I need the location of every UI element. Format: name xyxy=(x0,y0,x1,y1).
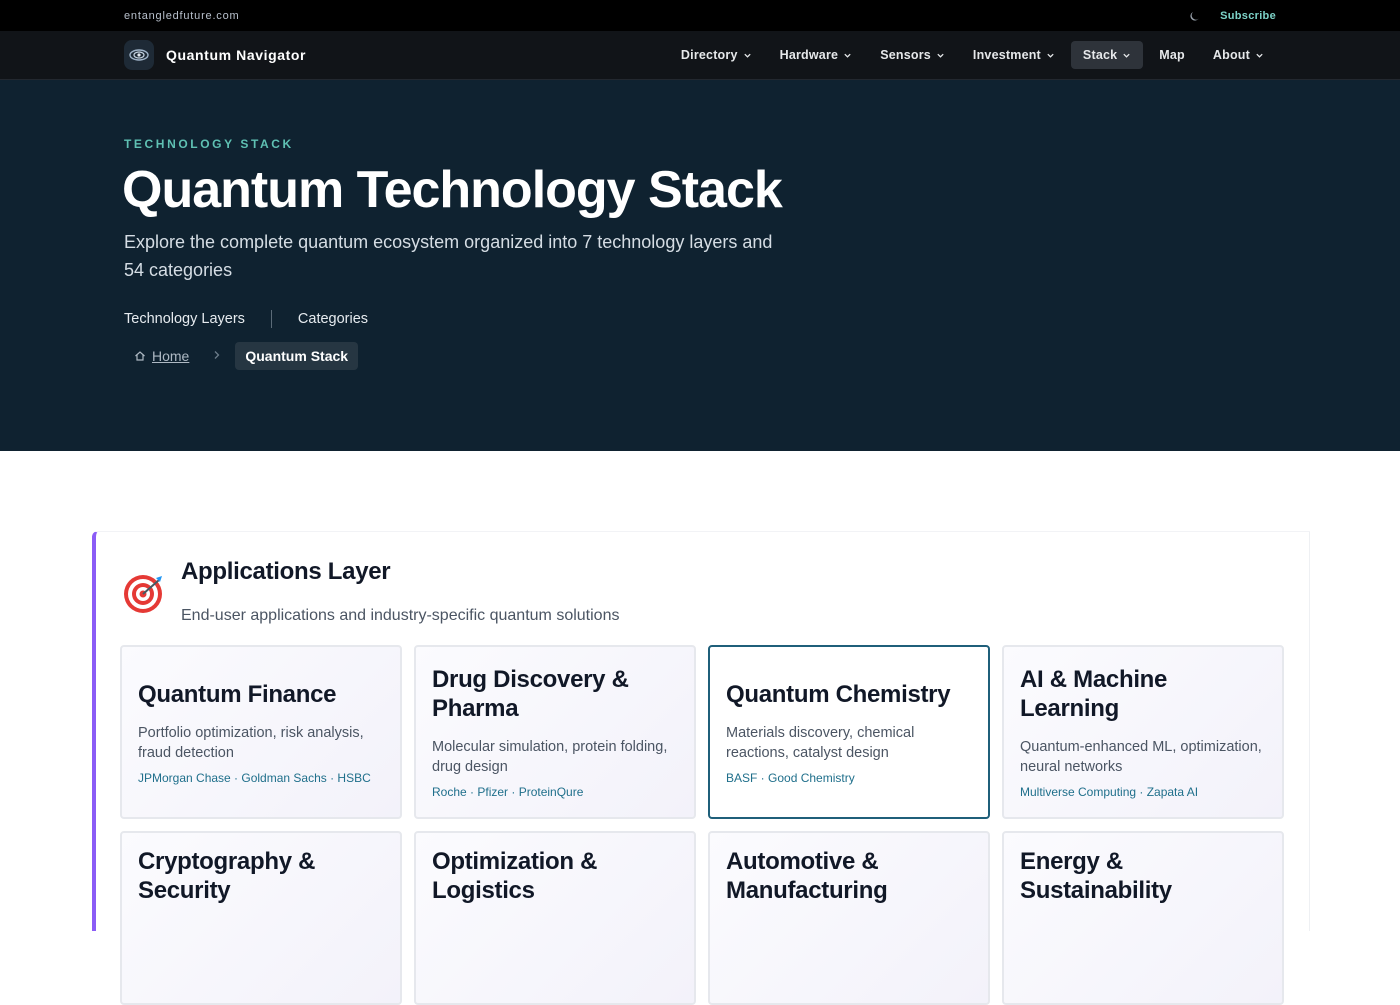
atom-logo-icon xyxy=(124,40,154,70)
hero-stats: Technology Layers Categories xyxy=(124,310,368,328)
target-icon xyxy=(123,572,167,616)
card-companies: JPMorgan Chase · Goldman Sachs · HSBC xyxy=(138,770,371,785)
card-companies: Multiverse Computing · Zapata AI xyxy=(1020,785,1199,799)
chevron-down-icon xyxy=(1047,53,1054,58)
category-card-quantum-finance[interactable]: Quantum Finance Portfolio optimization, … xyxy=(120,645,402,819)
nav-item-label: About xyxy=(1212,48,1250,62)
category-grid: Quantum Finance Portfolio optimization, … xyxy=(120,645,1284,1005)
nav-item-label: Stack xyxy=(1082,48,1118,62)
category-card-cryptography-security[interactable]: Cryptography & Security xyxy=(120,831,402,1005)
category-card-quantum-chemistry[interactable]: Quantum Chemistry Materials discovery, c… xyxy=(708,645,990,819)
breadcrumb-home-label: Home xyxy=(152,348,190,364)
chevron-right-icon xyxy=(213,349,221,363)
card-title: Energy & Sustainability xyxy=(1020,848,1172,904)
nav-item-sensors[interactable]: Sensors xyxy=(868,41,957,69)
layer-description: End-user applications and industry-speci… xyxy=(181,607,620,624)
utility-actions: Subscribe xyxy=(1188,9,1276,23)
chevron-down-icon xyxy=(1256,53,1263,58)
category-card-energy-sustainability[interactable]: Energy & Sustainability xyxy=(1002,831,1284,1005)
category-card-drug-discovery[interactable]: Drug Discovery & Pharma Molecular simula… xyxy=(414,645,696,819)
nav-menu: Directory Hardware Sensors Investment St… xyxy=(669,41,1276,69)
card-title: Automotive & Manufacturing xyxy=(726,848,888,904)
nav-item-map[interactable]: Map xyxy=(1147,41,1197,69)
nav-item-label: Investment xyxy=(972,48,1041,62)
nav-item-hardware[interactable]: Hardware xyxy=(768,41,865,69)
layer-title: Applications Layer xyxy=(181,558,391,585)
hero-eyebrow: TECHNOLOGY STACK xyxy=(124,137,294,151)
card-title: Quantum Chemistry xyxy=(726,680,951,708)
moon-icon[interactable] xyxy=(1188,9,1202,23)
category-card-ai-machine-learning[interactable]: AI & Machine Learning Quantum-enhanced M… xyxy=(1002,645,1284,819)
nav-item-label: Sensors xyxy=(880,48,931,62)
home-icon xyxy=(135,351,145,361)
applications-layer-section: Applications Layer End-user applications… xyxy=(92,531,1310,1005)
category-card-optimization-logistics[interactable]: Optimization & Logistics xyxy=(414,831,696,1005)
card-description: Molecular simulation, protein folding, d… xyxy=(432,739,668,775)
chevron-down-icon xyxy=(937,53,944,58)
nav-item-label: Map xyxy=(1159,48,1185,62)
main-nav: Quantum Navigator Directory Hardware Sen… xyxy=(0,31,1400,80)
card-companies: Roche · Pfizer · ProteinQure xyxy=(432,785,584,799)
nav-item-about[interactable]: About xyxy=(1201,41,1276,69)
card-title: AI & Machine Learning xyxy=(1020,666,1168,722)
card-title: Optimization & Logistics xyxy=(432,848,598,904)
stat-categories: Categories xyxy=(297,311,369,327)
card-title: Cryptography & Security xyxy=(138,848,316,904)
card-title: Drug Discovery & Pharma xyxy=(432,666,629,722)
chevron-down-icon xyxy=(844,53,851,58)
card-description: Materials discovery, chemical reactions,… xyxy=(726,724,915,761)
card-description: Quantum-enhanced ML, optimization, neura… xyxy=(1020,739,1262,775)
nav-item-label: Directory xyxy=(680,48,738,62)
breadcrumb-home-link[interactable]: Home xyxy=(124,342,199,370)
breadcrumb: Home Quantum Stack xyxy=(124,342,359,370)
card-description: Portfolio optimization, risk analysis, f… xyxy=(138,724,364,761)
stat-divider xyxy=(270,310,272,328)
brand-name: Quantum Navigator xyxy=(166,47,307,63)
utility-bar: entangledfuture.com Subscribe xyxy=(0,0,1400,31)
page-title: Quantum Technology Stack xyxy=(122,161,783,219)
category-card-automotive-manufacturing[interactable]: Automotive & Manufacturing xyxy=(708,831,990,1005)
nav-item-stack[interactable]: Stack xyxy=(1070,41,1144,69)
stat-technology-layers: Technology Layers xyxy=(124,311,245,327)
nav-item-label: Hardware xyxy=(779,48,839,62)
hero-subtitle: Explore the complete quantum ecosystem o… xyxy=(124,232,773,280)
card-title: Quantum Finance xyxy=(138,680,337,708)
hero-section: TECHNOLOGY STACK Quantum Technology Stac… xyxy=(0,80,1400,451)
nav-item-directory[interactable]: Directory xyxy=(669,41,764,69)
card-companies: BASF · Good Chemistry xyxy=(726,770,855,785)
breadcrumb-current: Quantum Stack xyxy=(235,342,359,370)
chevron-down-icon xyxy=(1123,53,1130,58)
subscribe-link[interactable]: Subscribe xyxy=(1220,10,1276,22)
nav-item-investment[interactable]: Investment xyxy=(961,41,1067,69)
brand[interactable]: Quantum Navigator xyxy=(124,40,306,70)
chevron-down-icon xyxy=(743,53,751,58)
site-domain: entangledfuture.com xyxy=(124,9,240,22)
